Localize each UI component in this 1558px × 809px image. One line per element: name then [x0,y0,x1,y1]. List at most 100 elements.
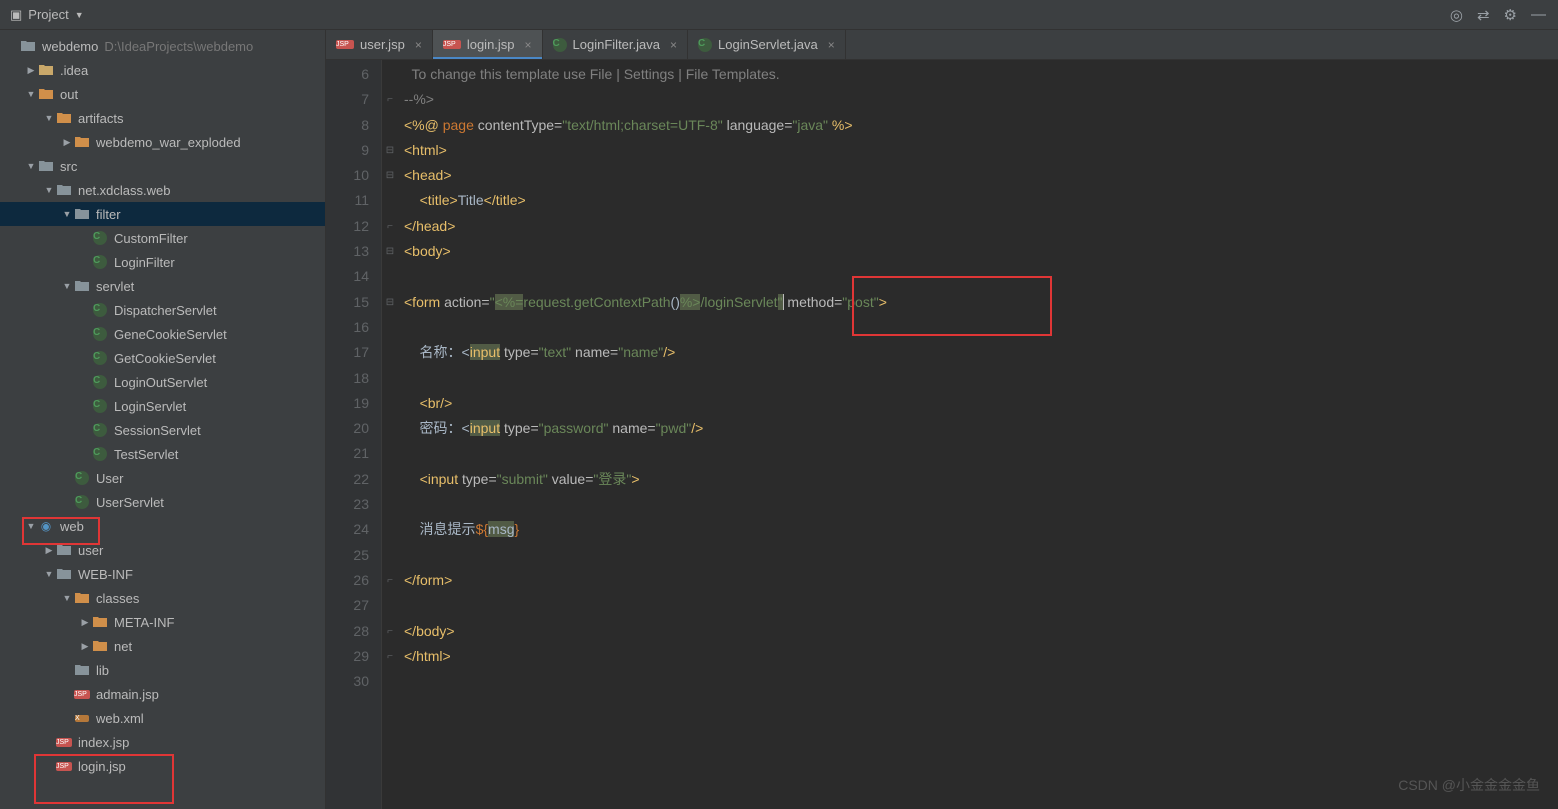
code-content[interactable]: To change this template use File | Setti… [398,60,1558,809]
tree-item[interactable]: CLoginFilter [0,250,325,274]
code-line[interactable] [404,441,1558,466]
fold-toggle[interactable]: ⊟ [382,290,398,315]
expand-icon[interactable]: ▼ [42,113,56,123]
code-line[interactable]: 密码：<input type="password" name="pwd"/> [404,416,1558,441]
tree-item[interactable]: ▼filter [0,202,325,226]
tree-item[interactable]: lib [0,658,325,682]
code-line[interactable]: <input type="submit" value="登录"> [404,467,1558,492]
close-icon[interactable]: × [828,38,835,52]
fold-toggle[interactable]: ⊟ [382,138,398,163]
expand-icon[interactable]: ▶ [24,65,38,76]
expand-icon[interactable]: ▶ [78,641,92,652]
code-line[interactable]: <%@ page contentType="text/html;charset=… [404,113,1558,138]
tree-item[interactable]: ▶net [0,634,325,658]
project-dropdown[interactable]: ▣ Project ▼ [0,0,94,29]
fold-toggle[interactable] [382,517,398,542]
code-line[interactable]: <body> [404,239,1558,264]
expand-icon[interactable]: ▶ [42,545,56,556]
expand-icon[interactable]: ▼ [24,161,38,171]
fold-toggle[interactable]: ⌐ [382,619,398,644]
expand-icon[interactable]: ▼ [60,281,74,291]
tree-item[interactable]: CGetCookieServlet [0,346,325,370]
tree-item[interactable]: ▶user [0,538,325,562]
tree-item[interactable]: ▼artifacts [0,106,325,130]
code-line[interactable]: <form action="<%=request.getContextPath(… [404,290,1558,315]
tree-item[interactable]: ▼servlet [0,274,325,298]
fold-toggle[interactable]: ⊟ [382,239,398,264]
tree-item[interactable]: CTestServlet [0,442,325,466]
editor-tab[interactable]: JSPuser.jsp× [326,30,433,59]
expand-icon[interactable]: ▶ [78,617,92,628]
tree-item[interactable]: JSPindex.jsp [0,730,325,754]
fold-toggle[interactable] [382,416,398,441]
code-line[interactable]: </html> [404,644,1558,669]
tree-item[interactable]: CSessionServlet [0,418,325,442]
fold-toggle[interactable] [382,113,398,138]
expand-icon[interactable]: ▼ [24,89,38,99]
editor-tab[interactable]: CLoginFilter.java× [543,30,688,59]
code-line[interactable] [404,492,1558,517]
close-icon[interactable]: × [415,38,422,52]
editor-tab[interactable]: JSPlogin.jsp× [433,30,543,59]
expand-icon[interactable]: ▼ [42,185,56,195]
fold-toggle[interactable] [382,62,398,87]
fold-toggle[interactable]: ⊟ [382,163,398,188]
code-line[interactable] [404,669,1558,694]
settings-icon[interactable]: ⇄ [1477,6,1490,24]
tree-item[interactable]: webdemoD:\IdeaProjects\webdemo [0,34,325,58]
code-line[interactable]: </head> [404,214,1558,239]
fold-toggle[interactable] [382,391,398,416]
gear-icon[interactable]: ⚙ [1504,6,1517,24]
code-editor[interactable]: 6789101112131415161718192021222324252627… [326,60,1558,809]
fold-toggle[interactable] [382,543,398,568]
tree-item[interactable]: ▼out [0,82,325,106]
tree-item[interactable]: ▼classes [0,586,325,610]
fold-toggle[interactable]: ⌐ [382,568,398,593]
code-line[interactable] [404,264,1558,289]
tree-item[interactable]: ▼◉web [0,514,325,538]
expand-icon[interactable]: ▼ [42,569,56,579]
fold-toggle[interactable] [382,441,398,466]
tree-item[interactable]: ▶.idea [0,58,325,82]
tree-item[interactable]: CCustomFilter [0,226,325,250]
code-line[interactable] [404,366,1558,391]
expand-icon[interactable]: ▼ [24,521,38,531]
code-line[interactable]: To change this template use File | Setti… [404,62,1558,87]
tree-item[interactable]: ▶META-INF [0,610,325,634]
fold-toggle[interactable] [382,492,398,517]
fold-toggle[interactable]: ⌐ [382,644,398,669]
close-icon[interactable]: × [525,38,532,52]
tree-item[interactable]: ▼src [0,154,325,178]
tree-item[interactable]: ▶webdemo_war_exploded [0,130,325,154]
code-line[interactable]: --%> [404,87,1558,112]
fold-column[interactable]: ⌐⊟⊟⌐⊟⊟⌐⌐⌐ [382,60,398,809]
close-icon[interactable]: × [670,38,677,52]
expand-icon[interactable]: ▼ [60,593,74,603]
tree-item[interactable]: JSPadmain.jsp [0,682,325,706]
code-line[interactable]: <head> [404,163,1558,188]
code-line[interactable]: <title>Title</title> [404,188,1558,213]
code-line[interactable] [404,315,1558,340]
tree-item[interactable]: CUser [0,466,325,490]
fold-toggle[interactable] [382,669,398,694]
tree-item[interactable]: CDispatcherServlet [0,298,325,322]
code-line[interactable]: <br/> [404,391,1558,416]
fold-toggle[interactable] [382,188,398,213]
fold-toggle[interactable] [382,593,398,618]
code-line[interactable]: 名称：<input type="text" name="name"/> [404,340,1558,365]
tree-item[interactable]: CGeneCookieServlet [0,322,325,346]
tree-item[interactable]: JSPlogin.jsp [0,754,325,778]
code-line[interactable]: </form> [404,568,1558,593]
code-line[interactable] [404,543,1558,568]
editor-tab[interactable]: CLoginServlet.java× [688,30,846,59]
tree-item[interactable]: CLoginOutServlet [0,370,325,394]
fold-toggle[interactable] [382,315,398,340]
collapse-icon[interactable]: — [1531,6,1546,24]
fold-toggle[interactable]: ⌐ [382,214,398,239]
tree-item[interactable]: CUserServlet [0,490,325,514]
tree-item[interactable]: ▼WEB-INF [0,562,325,586]
code-line[interactable]: </body> [404,619,1558,644]
code-line[interactable] [404,593,1558,618]
fold-toggle[interactable] [382,467,398,492]
fold-toggle[interactable]: ⌐ [382,87,398,112]
